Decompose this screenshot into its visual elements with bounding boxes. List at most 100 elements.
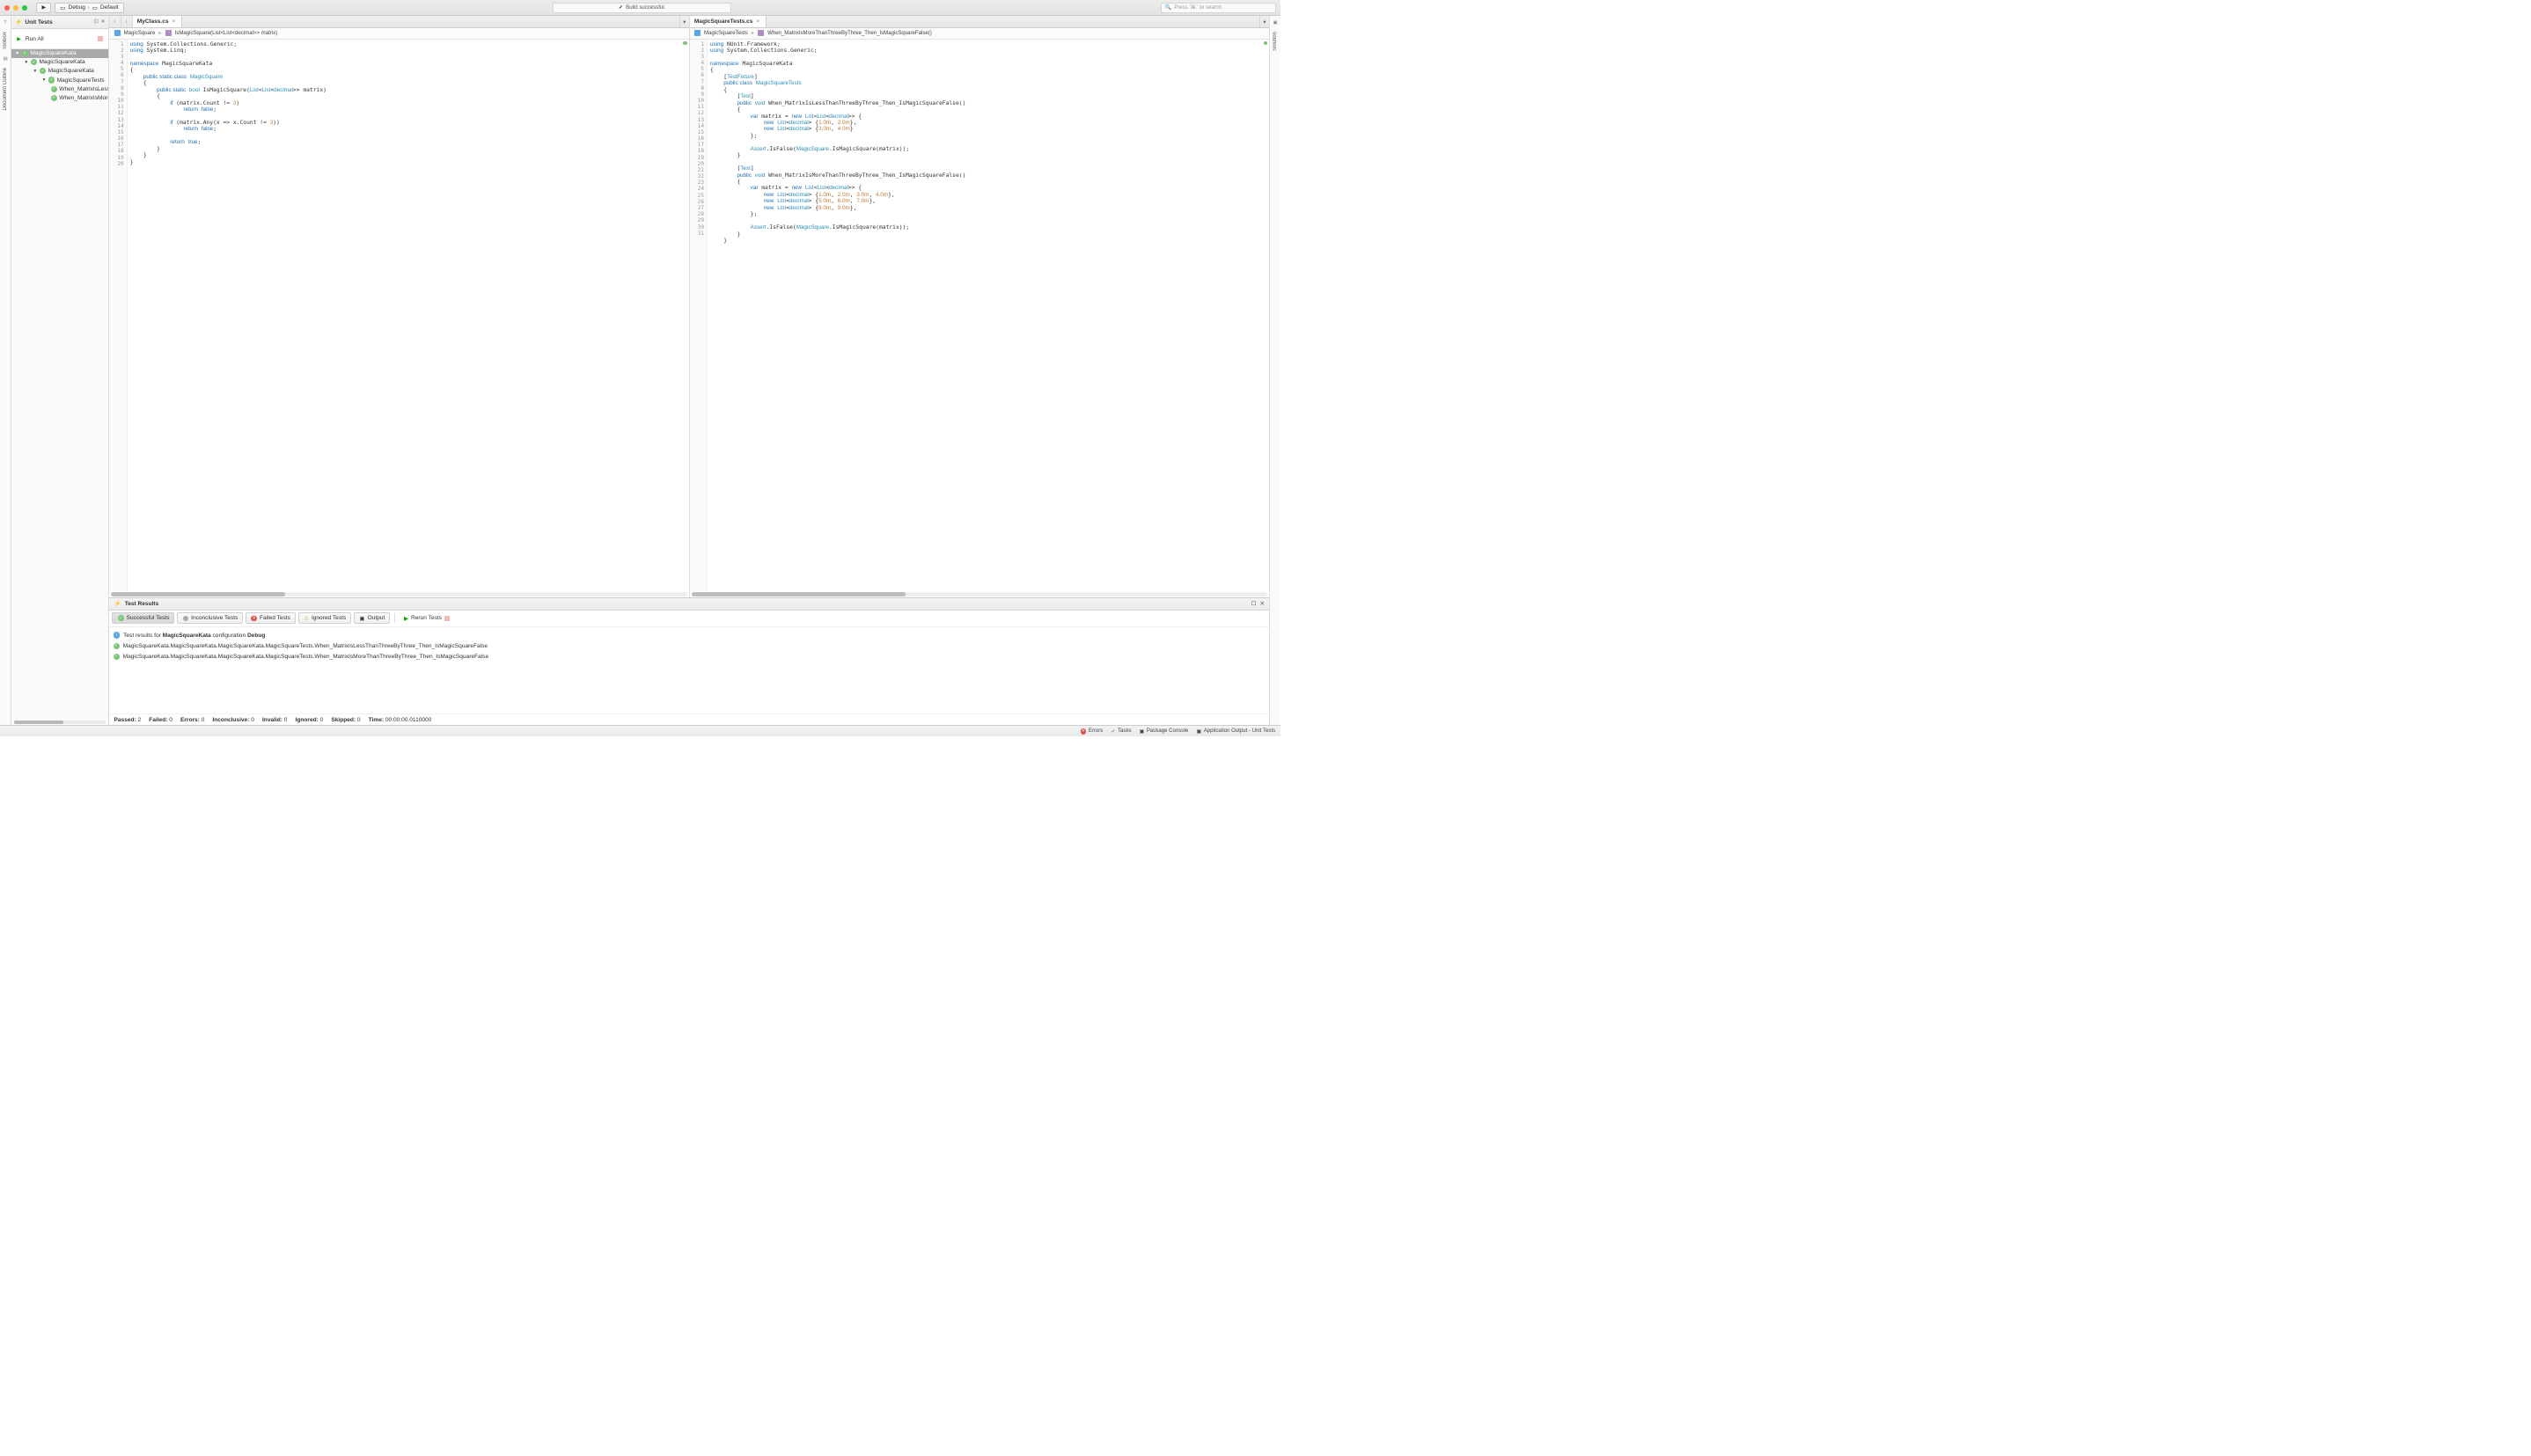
outline-icon[interactable]: ▤: [3, 56, 7, 62]
tab-bar-left: ‹ › MyClass.cs× ▾: [109, 16, 688, 28]
solution-tab[interactable]: Solution: [1273, 32, 1278, 51]
filter-failed[interactable]: ✕Failed Tests: [246, 612, 296, 624]
close-icon[interactable]: ×: [172, 19, 176, 25]
panel-header: ⚡ Unit Tests ☐✕: [11, 16, 108, 29]
tree-test-1[interactable]: ✓When_MatrixIsLessThanThreeByThree_Then_…: [11, 84, 108, 93]
tab-dropdown[interactable]: ▾: [679, 16, 689, 27]
filter-output[interactable]: ▣Output: [354, 612, 390, 624]
titlebar: ▶ ▭ Debug › ▭ Default ✔ Build successful…: [0, 0, 1280, 16]
error-icon: ✕: [1081, 728, 1087, 735]
editor-left: ‹ › MyClass.cs× ▾ MagicSquare ▸ IsMagicS…: [109, 16, 688, 596]
run-button[interactable]: ▶: [36, 3, 51, 13]
method-icon: [165, 30, 172, 36]
run-all-row[interactable]: ▶ Run All: [11, 29, 108, 48]
toolbox-icon[interactable]: T: [4, 20, 6, 26]
right-gutter: ▣ Solution: [1269, 16, 1280, 725]
panel-hscroll[interactable]: [14, 721, 106, 724]
filter-inconclusive[interactable]: Inconclusive Tests: [177, 612, 243, 624]
sheet-icon: ▭: [60, 4, 65, 11]
solution-icon[interactable]: ▣: [1273, 20, 1278, 26]
editor-hscroll-left[interactable]: [111, 592, 686, 596]
check-icon: ✔: [619, 4, 623, 11]
tree-project[interactable]: ▼✓MagicSquareKata: [11, 58, 108, 67]
close-icon[interactable]: ✕: [1260, 600, 1266, 607]
breadcrumb-left[interactable]: MagicSquare ▸ IsMagicSquare(List<List<de…: [109, 28, 688, 39]
nav-back[interactable]: ‹: [109, 16, 121, 27]
gutter-left: 1 2 3 4 5 6 7 8 9 10 11 12 13 14 15 16 1…: [109, 40, 127, 591]
search-placeholder: Press '⌘.' to search: [1174, 4, 1221, 11]
document-outline-tab[interactable]: Document Outline: [3, 68, 8, 111]
code-left[interactable]: using System.Collections.Generic; using …: [128, 40, 689, 591]
bottom-app-output[interactable]: ▣Application Output - Unit Tests: [1197, 728, 1276, 735]
breadcrumb-right[interactable]: MagicSquareTests ▸ When_MatrixIsMoreThan…: [690, 28, 1269, 39]
panel-title: Unit Tests: [25, 19, 52, 26]
toolbox-tab[interactable]: Toolbox: [3, 32, 8, 50]
terminal-icon: ▣: [1140, 728, 1145, 735]
status-dot-icon: [683, 41, 687, 46]
close-icon[interactable]: ×: [757, 19, 760, 25]
dock-icon[interactable]: ☐: [1251, 600, 1257, 607]
results-title: Test Results: [125, 601, 159, 607]
result-row-1[interactable]: ✓MagicSquareKata.MagicSquareKata.MagicSq…: [114, 640, 1266, 651]
global-search[interactable]: 🔍 Press '⌘.' to search: [1161, 3, 1277, 13]
editor-right: MagicSquareTests.cs× ▾ MagicSquareTests …: [689, 16, 1269, 596]
bottom-package-console[interactable]: ▣Package Console: [1140, 728, 1189, 735]
code-right[interactable]: using NUnit.Framework; using System.Coll…: [708, 40, 1269, 591]
gutter-right: 1 2 3 4 5 6 7 8 9 10 11 12 13 14 15 16 1…: [690, 40, 708, 591]
minimize-window[interactable]: [13, 5, 18, 11]
chevron-right-icon: ›: [88, 5, 90, 11]
test-results-panel: ⚡ Test Results ☐✕ ✓Successful Tests Inco…: [109, 597, 1269, 726]
bottom-tasks[interactable]: ✓Tasks: [1111, 728, 1131, 735]
tree-class[interactable]: ▼✓MagicSquareTests: [11, 76, 108, 84]
nav-forward[interactable]: ›: [121, 16, 133, 27]
result-row-2[interactable]: ✓MagicSquareKata.MagicSquareKata.MagicSq…: [114, 651, 1266, 662]
method-icon: [758, 30, 764, 36]
tree-root[interactable]: ▼✓MagicSquareKata: [11, 49, 108, 58]
status-dot-icon: [1264, 41, 1268, 46]
close-window[interactable]: [4, 5, 10, 11]
filter-ignored[interactable]: ⚠Ignored Tests: [298, 612, 351, 624]
namespace-icon: [114, 30, 121, 36]
rerun-tests[interactable]: ▶Rerun Tests: [400, 612, 454, 624]
check-icon: ✓: [1111, 728, 1115, 735]
results-footer: Passed: 2 Failed: 0 Errors: 0 Inconclusi…: [109, 713, 1269, 725]
config-label: Debug: [69, 4, 85, 11]
play-icon: ▶: [404, 615, 408, 622]
stop-icon[interactable]: [444, 616, 450, 621]
maximize-window[interactable]: [22, 5, 27, 11]
results-list: i Test results for MagicSquareKata confi…: [109, 627, 1269, 713]
tab-tests[interactable]: MagicSquareTests.cs×: [690, 16, 767, 27]
namespace-icon: [694, 30, 701, 36]
info-icon: i: [114, 632, 121, 639]
configuration-selector[interactable]: ▭ Debug › ▭ Default: [55, 3, 123, 13]
test-tree[interactable]: ▼✓MagicSquareKata ▼✓MagicSquareKata ▼✓Ma…: [11, 49, 108, 721]
search-icon: 🔍: [1165, 4, 1172, 11]
close-icon[interactable]: ✕: [101, 19, 106, 25]
run-all-label: Run All: [26, 36, 44, 42]
bottom-errors[interactable]: ✕Errors: [1081, 728, 1104, 735]
terminal-icon: ▣: [359, 615, 364, 622]
build-status: ✔ Build successful.: [553, 3, 730, 13]
dock-icon[interactable]: ☐: [94, 19, 99, 25]
tab-bar-right: MagicSquareTests.cs× ▾: [690, 16, 1269, 28]
left-gutter: T Toolbox ▤ Document Outline: [0, 16, 11, 725]
results-filterbar: ✓Successful Tests Inconclusive Tests ✕Fa…: [109, 611, 1269, 627]
window-controls: [4, 5, 27, 11]
target-label: Default: [100, 4, 119, 11]
play-icon: ▶: [41, 4, 46, 11]
lightning-icon: ⚡: [15, 18, 22, 26]
tree-test-2[interactable]: ✓When_MatrixIsMoreThanThreeByThree_Then_…: [11, 93, 108, 102]
tree-namespace[interactable]: ▼✓MagicSquareKata: [11, 67, 108, 76]
filter-successful[interactable]: ✓Successful Tests: [112, 612, 174, 624]
results-header: ⚡ Test Results ☐✕: [109, 598, 1269, 611]
lightning-icon: ⚡: [114, 600, 121, 607]
stop-icon[interactable]: [98, 36, 103, 41]
tab-myclass[interactable]: MyClass.cs×: [133, 16, 182, 27]
editor-hscroll-right[interactable]: [692, 592, 1267, 596]
circle-icon: [183, 616, 189, 622]
sheet-icon: ▭: [92, 4, 98, 11]
tab-dropdown-right[interactable]: ▾: [1259, 16, 1269, 27]
terminal-icon: ▣: [1197, 728, 1202, 735]
warning-icon: ⚠: [304, 615, 309, 622]
bottom-bar: ✕Errors ✓Tasks ▣Package Console ▣Applica…: [0, 725, 1280, 736]
